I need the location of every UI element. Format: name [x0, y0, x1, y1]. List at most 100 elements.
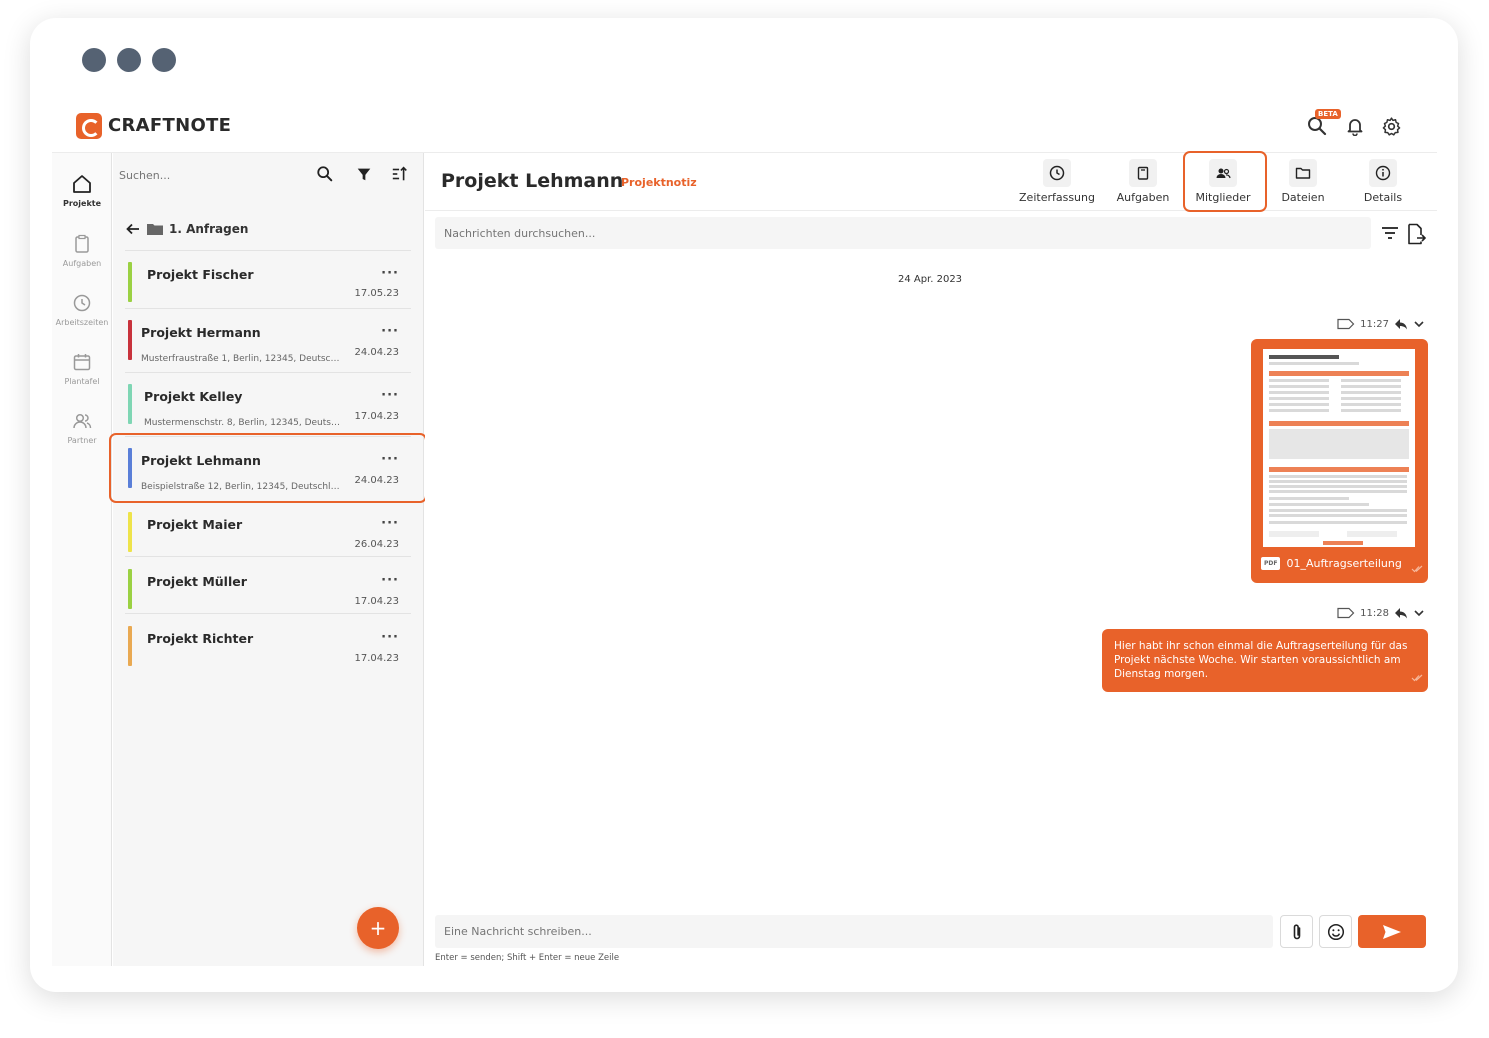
chevron-down-icon[interactable]: [1413, 318, 1425, 330]
filter-icon[interactable]: [355, 165, 375, 185]
tab-aufgaben[interactable]: Aufgaben: [1103, 159, 1183, 204]
message-time: 11:27: [1360, 318, 1389, 330]
paperclip-icon: [1293, 923, 1300, 939]
folder-icon: [1289, 159, 1317, 187]
project-color-bar: [128, 512, 132, 552]
nav-label: Partner: [67, 436, 97, 445]
clock-icon: [73, 294, 91, 312]
window-dot: [82, 48, 106, 72]
project-item-hermann[interactable]: Projekt Hermann ··· 24.04.23 Musterfraus…: [128, 314, 411, 370]
folder-breadcrumb[interactable]: 1. Anfragen: [125, 219, 248, 239]
clock-icon: [1043, 159, 1071, 187]
send-button[interactable]: [1358, 915, 1426, 948]
pdf-file-icon: PDF: [1261, 557, 1281, 570]
nav-item-aufgaben[interactable]: Aufgaben: [52, 233, 112, 268]
tag-icon[interactable]: [1337, 607, 1355, 619]
smiley-icon: [1327, 923, 1344, 940]
project-date: 17.05.23: [354, 288, 399, 299]
reply-icon[interactable]: [1394, 318, 1408, 330]
filter-lines-icon[interactable]: [1380, 223, 1400, 247]
project-header: Projekt Lehmann Projektnotiz Zeiterfassu…: [425, 151, 1437, 212]
clipboard-icon: [1129, 159, 1157, 187]
more-options-icon[interactable]: ···: [381, 516, 399, 531]
craftnote-logo-icon: [76, 113, 102, 139]
nav-label: Projekte: [62, 199, 102, 208]
pdf-thumbnail[interactable]: [1263, 349, 1415, 547]
message-text: Hier habt ihr schon einmal die Auftragse…: [1114, 640, 1408, 680]
project-color-bar: [128, 626, 132, 666]
file-info: PDF 01_Auftragserteilung: [1261, 557, 1402, 570]
gear-icon[interactable]: [1378, 113, 1404, 139]
tab-label: Dateien: [1281, 191, 1325, 204]
more-options-icon[interactable]: ···: [381, 630, 399, 645]
tab-zeiterfassung[interactable]: Zeiterfassung: [1017, 159, 1097, 204]
emoji-button[interactable]: [1319, 915, 1352, 948]
tab-details[interactable]: Details: [1343, 159, 1423, 204]
send-icon: [1383, 924, 1401, 939]
selected-project-highlight: [109, 433, 427, 503]
project-date: 24.04.23: [354, 347, 399, 358]
tab-label: Zeiterfassung: [1019, 191, 1095, 204]
calendar-icon: [73, 354, 91, 371]
more-options-icon[interactable]: ···: [381, 388, 399, 403]
more-options-icon[interactable]: ···: [381, 324, 399, 339]
nav-label: Arbeitszeiten: [55, 318, 109, 327]
project-name: Projekt Müller: [147, 574, 247, 589]
project-item-kelley[interactable]: Projekt Kelley ··· 17.04.23 Mustermensch…: [128, 378, 411, 434]
nav-item-partner[interactable]: Partner: [52, 410, 112, 445]
divider: [125, 372, 411, 373]
tab-dateien[interactable]: Dateien: [1263, 159, 1343, 204]
project-date: 26.04.23: [354, 539, 399, 550]
project-address: Musterfraustraße 1, Berlin, 12345, Deuts…: [141, 354, 341, 364]
sidebar-nav: Projekte Aufgaben Arbeitszeiten Plantafe…: [52, 153, 112, 966]
file-name[interactable]: 01_Auftragserteilung: [1286, 557, 1401, 570]
project-name: Projekt Hermann: [141, 325, 261, 340]
project-item-fischer[interactable]: Projekt Fischer ··· 17.05.23: [128, 256, 411, 312]
nav-item-projekte[interactable]: Projekte: [52, 173, 112, 208]
sort-icon[interactable]: [391, 165, 411, 185]
project-date: 17.04.23: [354, 596, 399, 607]
nav-item-arbeitszeiten[interactable]: Arbeitszeiten: [52, 292, 112, 327]
project-list-panel: 1. Anfragen Projekt Fischer ··· 17.05.23…: [109, 153, 427, 966]
window-dot: [152, 48, 176, 72]
project-color-bar: [128, 262, 132, 302]
reply-icon[interactable]: [1394, 607, 1408, 619]
message-composer-input[interactable]: [435, 915, 1273, 948]
beta-badge: BETA: [1315, 109, 1341, 119]
project-date: 17.04.23: [354, 653, 399, 664]
project-item-richter[interactable]: Projekt Richter ··· 17.04.23: [128, 620, 411, 676]
home-icon: [73, 175, 91, 193]
project-item-mueller[interactable]: Projekt Müller ··· 17.04.23: [128, 563, 411, 619]
divider: [125, 613, 411, 614]
project-name: Projekt Richter: [147, 631, 254, 646]
add-project-button[interactable]: +: [357, 907, 399, 949]
people-icon: [73, 413, 92, 429]
more-options-icon[interactable]: ···: [381, 266, 399, 281]
message-search-input[interactable]: [435, 217, 1371, 249]
bell-icon[interactable]: [1342, 113, 1368, 139]
file-message[interactable]: PDF 01_Auftragserteilung: [1251, 339, 1428, 583]
brand-name: CRAFTNOTE: [108, 115, 232, 136]
divider: [125, 308, 411, 309]
folder-icon: [147, 224, 163, 235]
text-message[interactable]: Hier habt ihr schon einmal die Auftragse…: [1102, 629, 1428, 692]
more-options-icon[interactable]: ···: [381, 573, 399, 588]
chevron-down-icon[interactable]: [1413, 607, 1425, 619]
nav-label: Aufgaben: [62, 259, 102, 268]
export-icon[interactable]: [1406, 223, 1427, 249]
nav-label: Plantafel: [64, 377, 100, 386]
search-icon[interactable]: [316, 165, 336, 185]
tab-label: Details: [1363, 191, 1403, 204]
message-time: 11:28: [1360, 607, 1389, 619]
divider: [125, 250, 411, 251]
project-item-maier[interactable]: Projekt Maier ··· 26.04.23: [128, 506, 411, 562]
attach-button[interactable]: [1280, 915, 1313, 948]
project-color-bar: [128, 384, 132, 424]
nav-item-plantafel[interactable]: Plantafel: [52, 351, 112, 386]
read-check-icon: [1411, 674, 1423, 682]
tag-icon[interactable]: [1337, 318, 1355, 330]
back-arrow-icon[interactable]: [125, 222, 141, 236]
project-chat: Projekt Lehmann Projektnotiz Zeiterfassu…: [425, 151, 1437, 966]
project-search-input[interactable]: [119, 169, 309, 182]
project-name: Projekt Maier: [147, 517, 243, 532]
